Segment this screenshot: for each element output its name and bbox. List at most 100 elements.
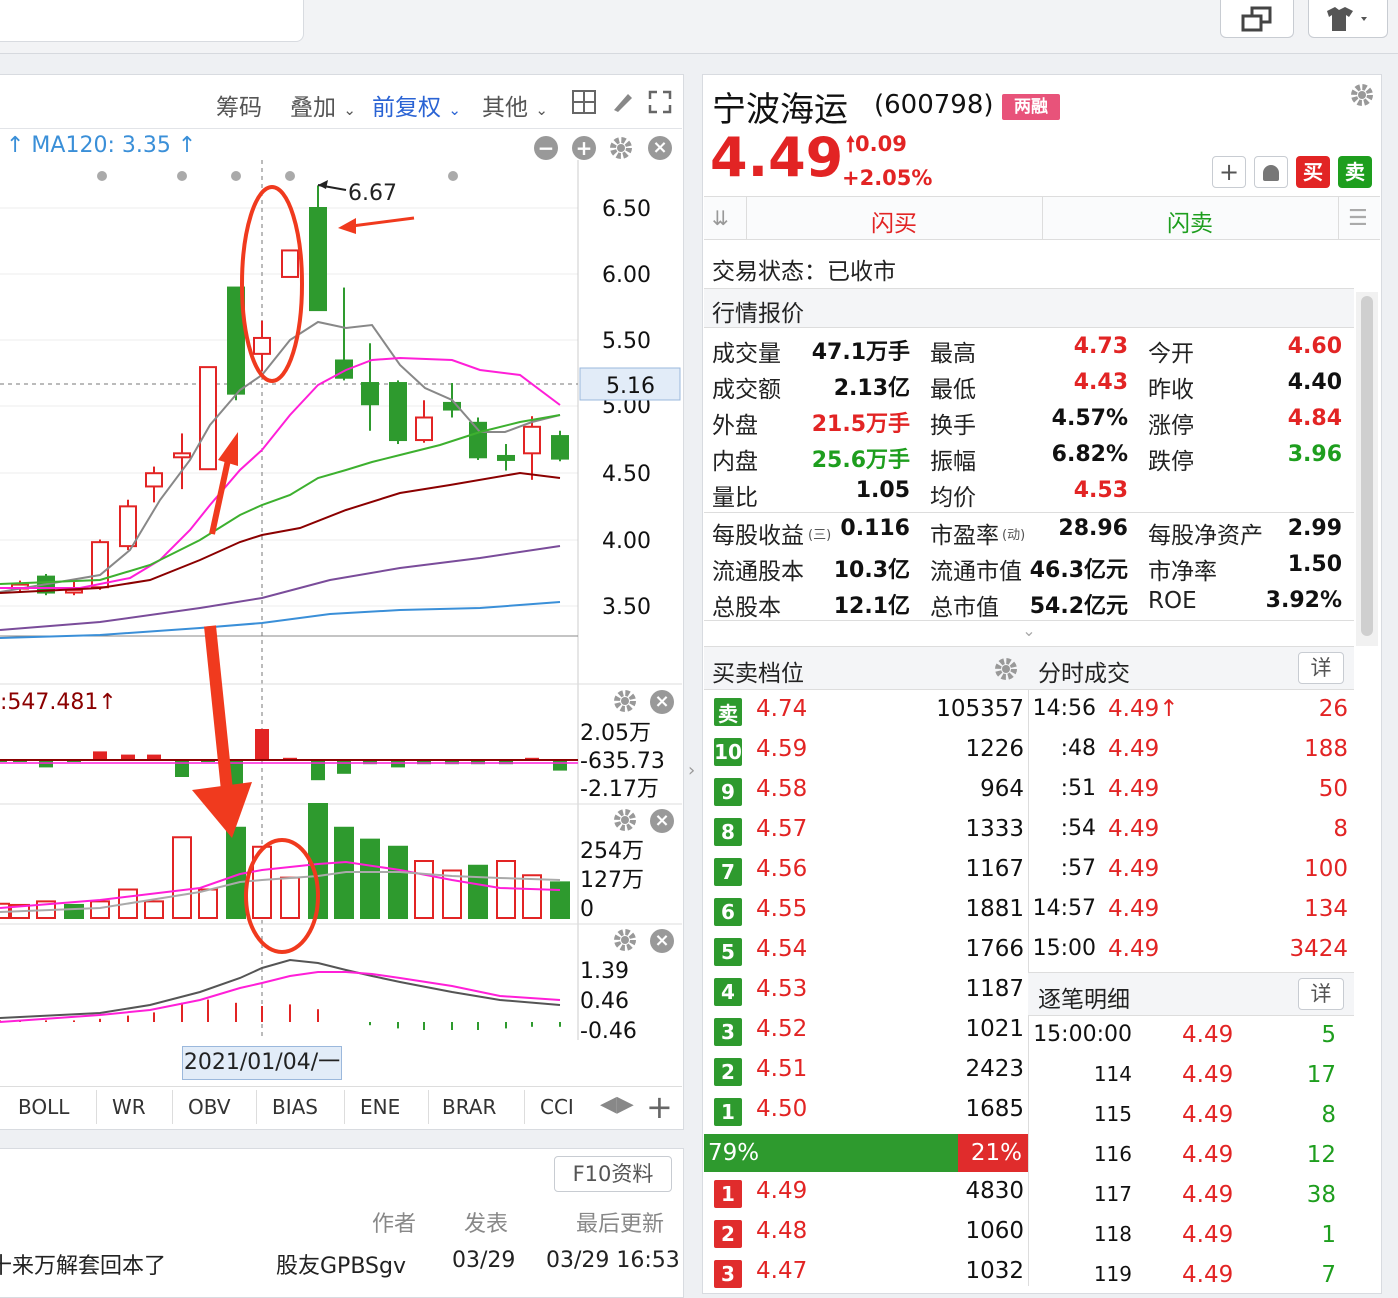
volume-bar bbox=[550, 881, 570, 919]
sell-button[interactable]: 卖 bbox=[1338, 156, 1372, 188]
macd-label: :547.481↑ bbox=[0, 690, 117, 715]
tick-time: :48 bbox=[1060, 736, 1096, 761]
gear-icon[interactable] bbox=[612, 688, 638, 714]
gear-icon[interactable] bbox=[612, 807, 638, 833]
tick-volume: 3424 bbox=[1289, 936, 1348, 962]
ask-price: 4.52 bbox=[756, 1016, 808, 1042]
quote-value: 4.57% bbox=[1051, 406, 1128, 431]
candle-body bbox=[361, 382, 379, 406]
macd-bar bbox=[255, 729, 269, 761]
other-dropdown[interactable]: 其他 ⌄ bbox=[482, 88, 548, 122]
candle-body bbox=[551, 435, 569, 460]
bid-price: 4.49 bbox=[756, 1178, 808, 1204]
pen-icon[interactable] bbox=[610, 90, 634, 114]
close-icon[interactable]: × bbox=[650, 929, 674, 953]
tab-brar[interactable]: BRAR bbox=[442, 1090, 496, 1124]
quote-value: 21.5万手 bbox=[811, 412, 910, 437]
alert-button[interactable] bbox=[1254, 156, 1288, 188]
fullscreen-icon[interactable] bbox=[648, 90, 672, 114]
ask-volume: 105357 bbox=[936, 696, 1024, 722]
vol-tick: 254万 bbox=[580, 839, 644, 864]
overlay-dropdown[interactable]: 叠加 ⌄ bbox=[290, 88, 356, 122]
ask-price: 4.58 bbox=[756, 776, 808, 802]
add-watchlist-button[interactable]: + bbox=[1212, 156, 1246, 188]
trades-detail-button[interactable]: 详 bbox=[1298, 978, 1344, 1010]
tab-wr[interactable]: WR bbox=[112, 1090, 146, 1124]
add-indicator-button[interactable]: + bbox=[646, 1088, 673, 1126]
trade-price: 4.49 bbox=[1182, 1102, 1234, 1128]
trade-time: 116 bbox=[1093, 1142, 1132, 1166]
tab-cci[interactable]: CCI bbox=[540, 1090, 574, 1124]
plus-icon[interactable]: + bbox=[572, 136, 596, 160]
fund-label: ROE bbox=[1148, 588, 1197, 614]
tick-price: 4.49 bbox=[1108, 896, 1160, 922]
gear-icon[interactable] bbox=[1349, 82, 1375, 108]
expand-chevron-icon[interactable]: ⌄ bbox=[704, 620, 1354, 648]
volume-bar bbox=[468, 864, 488, 920]
volume-bar bbox=[144, 900, 164, 920]
axis-tick: 6.50 bbox=[602, 197, 651, 222]
tick-time: 14:57 bbox=[1032, 896, 1096, 921]
ask-level: 6 bbox=[714, 898, 742, 926]
window-toggle-button[interactable] bbox=[1220, 0, 1294, 38]
tab-scroll-arrows[interactable]: ◀▶ bbox=[600, 1092, 634, 1117]
close-icon[interactable]: × bbox=[650, 690, 674, 714]
trade-price: 4.49 bbox=[1182, 1222, 1234, 1248]
gear-icon[interactable] bbox=[612, 927, 638, 953]
minus-icon[interactable]: − bbox=[534, 136, 558, 160]
grid-icon[interactable] bbox=[572, 90, 596, 114]
ask-level: 5 bbox=[714, 938, 742, 966]
ask-level: 卖 bbox=[714, 698, 742, 726]
fund-value: 28.96 bbox=[1058, 516, 1128, 541]
close-icon[interactable]: × bbox=[648, 136, 672, 160]
forum-header: 发表 bbox=[464, 1212, 509, 1237]
window-icon bbox=[1241, 6, 1272, 31]
search-input[interactable] bbox=[0, 0, 304, 42]
tick-price: 4.49 bbox=[1108, 816, 1160, 842]
f10-button[interactable]: F10资料 bbox=[554, 1156, 672, 1192]
kline-chart[interactable]: 6.50 6.00 5.50 5.00 4.50 4.00 3.50 5.16 … bbox=[0, 160, 682, 1040]
tab-boll[interactable]: BOLL bbox=[18, 1090, 69, 1124]
tab-ene[interactable]: ENE bbox=[360, 1090, 400, 1124]
candle-body bbox=[389, 382, 407, 442]
quote-value: 4.43 bbox=[1073, 370, 1128, 395]
bid-volume: 1032 bbox=[965, 1258, 1024, 1284]
ticks-title: 分时成交 bbox=[1038, 661, 1130, 687]
quote-label: 成交量 bbox=[712, 341, 781, 367]
quote-value: 4.73 bbox=[1073, 334, 1128, 359]
trade-volume: 1 bbox=[1321, 1222, 1336, 1248]
quote-title: 行情报价 bbox=[712, 301, 804, 327]
scrollbar[interactable] bbox=[1356, 292, 1378, 646]
forum-post-author[interactable]: 股友GPBSgv bbox=[276, 1248, 406, 1280]
date-cursor-label: 2021/01/04/一 bbox=[182, 1046, 342, 1080]
collapse-icon[interactable]: › bbox=[688, 760, 702, 790]
menu-icon[interactable]: ☰ bbox=[1348, 206, 1368, 231]
tick-time: :54 bbox=[1060, 816, 1096, 841]
ask-volume: 1021 bbox=[965, 1016, 1024, 1042]
ask-price: 4.54 bbox=[756, 936, 808, 962]
gear-icon[interactable] bbox=[993, 656, 1019, 682]
quote-label: 涨停 bbox=[1148, 413, 1194, 439]
fund-label: 总市值 bbox=[930, 595, 999, 621]
tab-obv[interactable]: OBV bbox=[188, 1090, 231, 1124]
trade-volume: 38 bbox=[1306, 1182, 1336, 1208]
forum-post-title[interactable]: 十来万解套回本了 bbox=[0, 1248, 240, 1280]
buy-button[interactable]: 买 bbox=[1296, 156, 1330, 188]
ma120-label: ↑ MA120: 3.35 ↑ bbox=[6, 133, 197, 158]
flash-sell-button[interactable]: 闪卖 bbox=[1042, 204, 1338, 238]
close-icon[interactable]: × bbox=[650, 809, 674, 833]
chip-button[interactable]: 筹码 bbox=[216, 88, 262, 122]
ticks-detail-button[interactable]: 详 bbox=[1298, 652, 1344, 684]
flash-buy-button[interactable]: 闪买 bbox=[746, 204, 1042, 238]
chevron-down-icon[interactable]: ⇊ bbox=[712, 206, 729, 230]
vol-tick: 0 bbox=[580, 897, 594, 922]
skin-button[interactable] bbox=[1308, 0, 1388, 38]
ask-volume: 964 bbox=[980, 776, 1024, 802]
tab-bias[interactable]: BIAS bbox=[272, 1090, 318, 1124]
axis-tick: 3.50 bbox=[602, 595, 651, 620]
gear-icon[interactable] bbox=[608, 135, 634, 161]
stock-name: 宁波海运 bbox=[712, 90, 848, 130]
fund-value: 54.2亿元 bbox=[1029, 594, 1128, 619]
event-dots[interactable] bbox=[97, 171, 458, 181]
adjust-dropdown[interactable]: 前复权 ⌄ bbox=[372, 88, 461, 122]
